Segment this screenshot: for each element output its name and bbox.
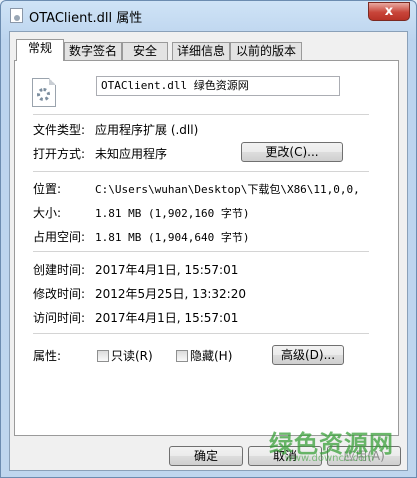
tab-details[interactable]: 详细信息 — [172, 42, 230, 60]
modified-label: 修改时间: — [33, 287, 86, 301]
watermark-url: www.downcc.com — [284, 453, 374, 464]
modified-value: 2012年5月25日, 13:32:20 — [95, 287, 246, 301]
file-name-field[interactable]: OTAClient.dll 绿色资源网 — [96, 76, 340, 96]
gear-icon — [37, 88, 50, 101]
readonly-checkbox[interactable] — [97, 350, 109, 362]
accessed-value: 2017年4月1日, 15:57:01 — [95, 311, 239, 325]
size-on-disk-label: 占用空间: — [33, 230, 86, 244]
general-panel: OTAClient.dll 绿色资源网 文件类型: 应用程序扩展 (.dll) … — [14, 60, 399, 436]
dll-file-icon — [10, 8, 23, 23]
size-label: 大小: — [33, 206, 62, 220]
accessed-label: 访问时间: — [33, 311, 86, 325]
attributes-label: 属性: — [33, 349, 62, 363]
size-value: 1.81 MB (1,902,160 字节) — [95, 207, 250, 220]
created-label: 创建时间: — [33, 263, 86, 277]
divider — [33, 251, 369, 252]
ok-button[interactable]: 确定 — [169, 446, 243, 466]
file-type-label: 文件类型: — [33, 123, 86, 137]
window-title: OTAClient.dll 属性 — [29, 11, 143, 26]
readonly-label: 只读(R) — [111, 349, 153, 363]
location-value: C:\Users\wuhan\Desktop\下载包\X86\11,0,0, — [95, 183, 360, 196]
change-button[interactable]: 更改(C)... — [241, 142, 343, 162]
opens-with-label: 打开方式: — [33, 147, 86, 161]
properties-window: OTAClient.dll 属性 x 常规 数字签名 安全 详细信息 以前的版本… — [0, 0, 417, 478]
advanced-button[interactable]: 高级(D)... — [272, 345, 344, 365]
file-type-value: 应用程序扩展 (.dll) — [95, 123, 199, 137]
size-on-disk-value: 1.81 MB (1,904,640 字节) — [95, 231, 250, 244]
divider — [33, 333, 369, 334]
hidden-label: 隐藏(H) — [190, 349, 233, 363]
divider — [33, 114, 369, 115]
dialog-client: 常规 数字签名 安全 详细信息 以前的版本 OTAClient.dll 绿色资源… — [9, 31, 408, 471]
tab-digital-signatures[interactable]: 数字签名 — [64, 42, 122, 60]
hidden-checkbox[interactable] — [176, 350, 188, 362]
divider — [33, 171, 369, 172]
location-label: 位置: — [33, 182, 62, 196]
tab-previous-versions[interactable]: 以前的版本 — [230, 42, 302, 60]
title-bar[interactable]: OTAClient.dll 属性 x — [1, 1, 416, 31]
tab-general[interactable]: 常规 — [16, 39, 64, 61]
close-button[interactable]: x — [368, 2, 410, 21]
created-value: 2017年4月1日, 15:57:01 — [95, 263, 239, 277]
tab-security[interactable]: 安全 — [122, 42, 168, 60]
opens-with-value: 未知应用程序 — [95, 147, 168, 161]
dll-file-icon — [32, 78, 56, 107]
